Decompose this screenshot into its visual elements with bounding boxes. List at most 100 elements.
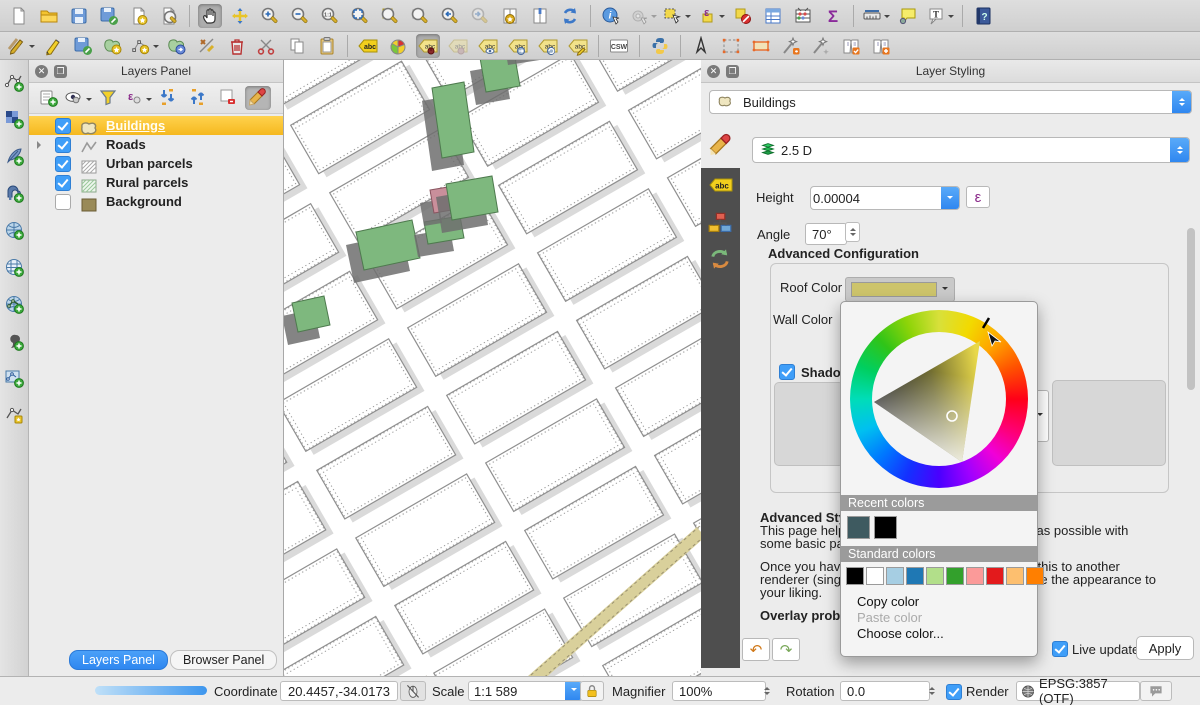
diagrams-tab-icon[interactable] <box>708 211 734 237</box>
rotation-input[interactable]: 0.0 <box>840 681 930 701</box>
close-icon[interactable]: ✕ <box>707 65 720 78</box>
measure-button[interactable] <box>862 4 890 28</box>
style-wand-button[interactable] <box>809 34 833 58</box>
messages-button[interactable] <box>1140 681 1172 701</box>
zoom-full-button[interactable] <box>348 4 372 28</box>
layer-selector[interactable]: Buildings <box>709 90 1192 114</box>
pan-to-selection-button[interactable] <box>228 4 252 28</box>
help-button[interactable]: ? <box>971 4 995 28</box>
dropdown-arrow-icon[interactable] <box>146 98 152 104</box>
dropdown-arrow-icon[interactable] <box>153 45 159 51</box>
standard-color-swatch[interactable] <box>926 567 944 585</box>
menu-item-copy-color[interactable]: Copy color <box>857 594 919 609</box>
open-attribute-table-button[interactable] <box>761 4 785 28</box>
change-label-button[interactable]: abc <box>566 34 590 58</box>
deselect-all-button[interactable] <box>731 4 755 28</box>
set-extent-button[interactable] <box>719 34 743 58</box>
collapse-all-button[interactable] <box>185 86 211 110</box>
undo-style-button[interactable]: ↶ <box>742 638 770 661</box>
filter-legend-button[interactable] <box>95 86 121 110</box>
recent-color-swatch[interactable] <box>847 516 870 539</box>
dropdown-arrow-icon[interactable] <box>884 15 890 21</box>
save-project-as-button[interactable] <box>97 4 121 28</box>
remove-layer-button[interactable] <box>215 86 241 110</box>
cut-features-button[interactable] <box>255 34 279 58</box>
add-wfs-layer-button[interactable] <box>2 292 26 316</box>
standard-color-swatch[interactable] <box>986 567 1004 585</box>
render-checkbox[interactable] <box>946 684 962 700</box>
expand-all-button[interactable] <box>155 86 181 110</box>
add-postgis-layer-button[interactable] <box>2 181 26 205</box>
expand-arrow-icon[interactable] <box>37 141 45 149</box>
new-shapefile-layer-button[interactable] <box>2 366 26 390</box>
add-vector-layer-button[interactable] <box>2 70 26 94</box>
layer-item-rural-parcels[interactable]: Rural parcels <box>29 173 283 192</box>
layer-styling-toggle-button[interactable] <box>245 86 271 110</box>
statistics-button[interactable]: Σ <box>821 4 845 28</box>
move-feature-button[interactable] <box>165 34 189 58</box>
add-spatialite-layer-button[interactable] <box>2 218 26 242</box>
north-arrow-button[interactable] <box>689 34 713 58</box>
dropdown-arrow-icon[interactable] <box>719 15 725 21</box>
tab-layers-panel[interactable]: Layers Panel <box>69 650 168 670</box>
pan-map-button[interactable] <box>198 4 222 28</box>
close-icon[interactable]: ✕ <box>35 65 48 78</box>
add-group-button[interactable] <box>35 86 61 110</box>
labels-tab-icon[interactable]: abc <box>708 177 734 203</box>
dropdown-arrow-icon[interactable] <box>86 98 92 104</box>
composer-manager-button[interactable] <box>157 4 181 28</box>
mouse-tracking-toggle[interactable] <box>400 681 426 701</box>
shadow-checkbox[interactable] <box>779 364 795 380</box>
standard-color-swatch[interactable] <box>966 567 984 585</box>
dropdown-arrow-icon[interactable] <box>29 45 35 51</box>
magnifier-input[interactable]: 100% <box>672 681 766 701</box>
vertical-scrollbar[interactable] <box>1187 228 1195 390</box>
layout-check-button[interactable] <box>839 34 863 58</box>
add-raster-layer-button[interactable] <box>2 107 26 131</box>
add-delimited-text-button[interactable] <box>2 329 26 353</box>
standard-color-swatch[interactable] <box>1006 567 1024 585</box>
add-wms-layer-button[interactable] <box>2 255 26 279</box>
add-feature-button[interactable] <box>101 34 125 58</box>
delete-selected-button[interactable] <box>225 34 249 58</box>
scale-lock-button[interactable] <box>580 681 604 701</box>
csw-search-button[interactable]: CSW <box>607 34 631 58</box>
layer-visibility-checkbox[interactable] <box>55 156 71 172</box>
roof-color-button[interactable] <box>845 277 955 302</box>
new-virtual-layer-button[interactable] <box>2 403 26 427</box>
paste-features-button[interactable] <box>315 34 339 58</box>
history-tab-icon[interactable] <box>708 247 734 273</box>
map-canvas[interactable] <box>283 60 702 676</box>
field-calculator-button[interactable] <box>791 4 815 28</box>
angle-input[interactable]: 70° <box>805 223 847 245</box>
show-bookmarks-button[interactable] <box>528 4 552 28</box>
rotate-label-button[interactable]: abc <box>536 34 560 58</box>
menu-item-choose-color[interactable]: Choose color... <box>857 626 944 641</box>
layer-item-roads[interactable]: Roads <box>29 135 283 154</box>
live-update-checkbox[interactable] <box>1052 641 1068 657</box>
select-features-button[interactable] <box>663 4 691 28</box>
standard-color-swatch[interactable] <box>846 567 864 585</box>
layer-item-buildings[interactable]: Buildings <box>29 116 283 135</box>
zoom-native-button[interactable]: 1:1 <box>318 4 342 28</box>
layer-visibility-checkbox[interactable] <box>55 137 71 153</box>
zoom-out-button[interactable] <box>288 4 312 28</box>
float-panel-icon[interactable]: ❐ <box>54 65 67 78</box>
select-by-expression-button[interactable]: ε <box>697 4 725 28</box>
layer-diagram-button[interactable] <box>386 34 410 58</box>
crs-status-button[interactable]: EPSG:3857 (OTF) <box>1016 681 1140 701</box>
dropdown-arrow-icon[interactable] <box>651 15 657 21</box>
run-feature-action-button[interactable] <box>629 4 657 28</box>
expression-button[interactable]: ε <box>966 186 990 208</box>
standard-color-swatch[interactable] <box>906 567 924 585</box>
dropdown-arrow-icon[interactable] <box>948 15 954 21</box>
coordinate-input[interactable]: 20.4457,-34.0173 <box>280 681 398 701</box>
add-circular-string-button[interactable] <box>131 34 159 58</box>
zoom-to-layer-button[interactable] <box>408 4 432 28</box>
save-project-button[interactable] <box>67 4 91 28</box>
refresh-map-button[interactable] <box>558 4 582 28</box>
style-wand-fill-button[interactable] <box>779 34 803 58</box>
python-console-button[interactable] <box>648 34 672 58</box>
map-tips-button[interactable] <box>896 4 920 28</box>
redo-style-button[interactable]: ↷ <box>772 638 800 661</box>
